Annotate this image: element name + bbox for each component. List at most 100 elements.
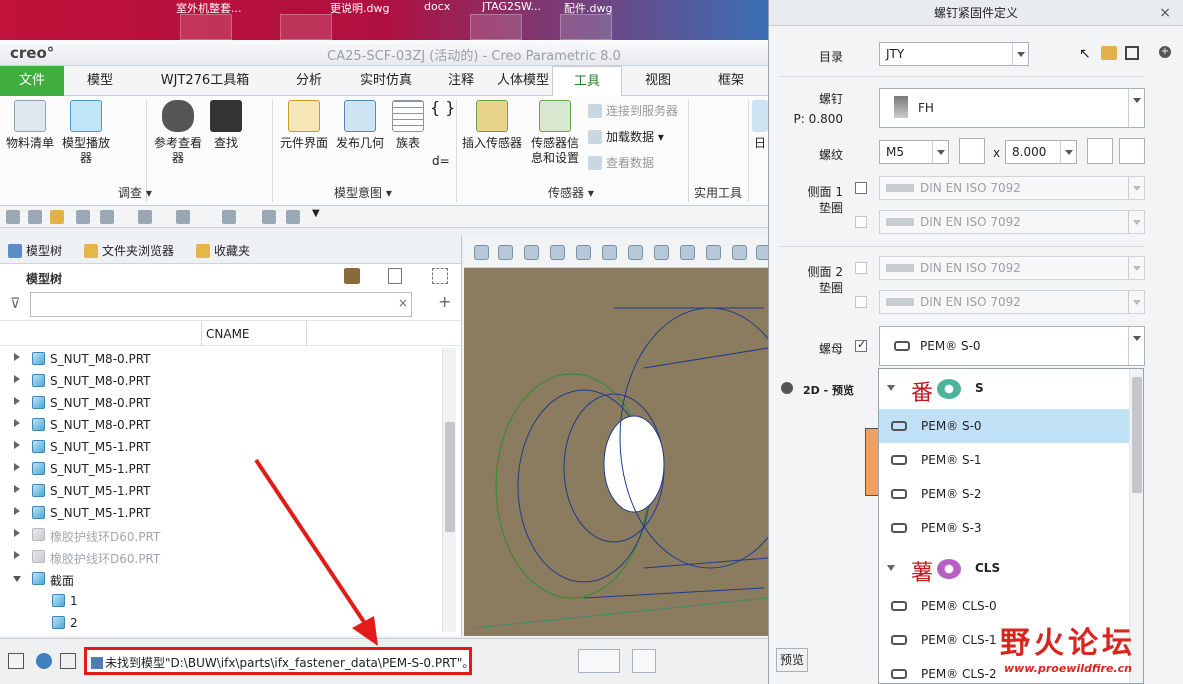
datum-display-icon[interactable]: [706, 245, 721, 260]
group-sensor[interactable]: 传感器 ▾: [548, 184, 594, 201]
group-model-intent[interactable]: 模型意图 ▾: [334, 184, 392, 201]
model-player-button[interactable]: 模型播放器: [58, 100, 114, 166]
saved-orientations-icon[interactable]: [602, 245, 617, 260]
tree-item[interactable]: S_NUT_M8-0.PRT: [0, 370, 440, 392]
nut-list-scroll-thumb[interactable]: [1132, 377, 1142, 493]
show-icon[interactable]: [432, 268, 448, 284]
component-interface-button[interactable]: 元件界面: [276, 100, 332, 151]
browser-icon[interactable]: [36, 653, 52, 669]
tree-scrollbar[interactable]: [442, 348, 456, 632]
tab-folder-browser[interactable]: 文件夹浏览器: [84, 242, 174, 259]
nut-list-item[interactable]: PEM® S-3: [879, 511, 1129, 545]
find-binoculars-button[interactable]: [578, 649, 620, 673]
tab-framework[interactable]: 框架: [694, 66, 768, 96]
clear-icon[interactable]: ×: [398, 296, 408, 310]
cursor-icon[interactable]: ↖: [1079, 46, 1091, 62]
nut-group[interactable]: 薯 CLS: [879, 549, 1129, 589]
add-icon[interactable]: +: [438, 292, 451, 311]
selection-filter-button[interactable]: [632, 649, 656, 673]
nut-group[interactable]: 番S: [879, 369, 1129, 409]
family-table-button[interactable]: 族表: [390, 100, 426, 151]
side1-washer-select[interactable]: DIN EN ISO 7092: [879, 176, 1145, 200]
tree-item[interactable]: S_NUT_M8-0.PRT: [0, 392, 440, 414]
graphics-viewport[interactable]: [464, 236, 771, 636]
tab-wjt276-toolbox[interactable]: WJT276工具箱: [136, 66, 274, 96]
fullscreen-icon[interactable]: [60, 653, 76, 669]
tree-item[interactable]: S_NUT_M8-0.PRT: [0, 414, 440, 436]
save-icon[interactable]: [76, 210, 90, 224]
tab-file[interactable]: 文件: [0, 66, 64, 96]
tree-col-name[interactable]: [0, 321, 202, 346]
collapse-icon[interactable]: [887, 565, 895, 571]
tab-annotate[interactable]: 注释: [428, 66, 494, 96]
expand-icon[interactable]: [14, 397, 20, 405]
expand-icon[interactable]: [14, 375, 20, 383]
tab-view[interactable]: 视图: [622, 66, 694, 96]
insert-sensor-button[interactable]: 插入传感器: [460, 100, 524, 151]
display-style-icon[interactable]: [576, 245, 591, 260]
group-investigate[interactable]: 调查 ▾: [118, 184, 152, 201]
regenerate-icon[interactable]: [176, 210, 190, 224]
taskbar-item[interactable]: 更说明.dwg: [330, 0, 404, 14]
side2-washer2-checkbox[interactable]: [855, 296, 867, 308]
length-measure-icon[interactable]: [1087, 138, 1113, 164]
tree-scroll-thumb[interactable]: [445, 422, 455, 532]
filter-icon[interactable]: ⊽: [10, 296, 20, 312]
new-icon[interactable]: [6, 210, 20, 224]
reference-viewer-button[interactable]: 参考查看器: [150, 100, 206, 166]
side2-washer2-select[interactable]: DIN EN ISO 7092: [879, 290, 1145, 314]
side1-washer-checkbox[interactable]: [855, 182, 867, 194]
load-data-button[interactable]: 加载数据 ▾: [588, 128, 664, 145]
view-manager-icon[interactable]: [628, 245, 643, 260]
taskbar-thumb-icon[interactable]: [470, 14, 522, 40]
tab-favorites[interactable]: 收藏夹: [196, 242, 250, 259]
edit-icon[interactable]: [262, 210, 276, 224]
taskbar-thumb-icon[interactable]: [280, 14, 332, 40]
thread-length-icon[interactable]: [1119, 138, 1145, 164]
tab-model[interactable]: 模型: [64, 66, 136, 96]
spin-center-icon[interactable]: [732, 245, 747, 260]
nut-list-item[interactable]: PEM® S-0: [879, 409, 1129, 443]
close-window-icon[interactable]: [286, 210, 300, 224]
taskbar-item[interactable]: docx: [424, 0, 464, 14]
collapse-icon[interactable]: [887, 385, 895, 391]
tab-human-model[interactable]: 人体模型: [494, 66, 552, 96]
save-all-icon[interactable]: [28, 210, 42, 224]
save-icon[interactable]: [1125, 46, 1139, 60]
brackets-icon[interactable]: { }: [430, 98, 455, 117]
side2-washer-checkbox[interactable]: [855, 262, 867, 274]
catalog-select[interactable]: JTY: [879, 42, 1029, 66]
expand-icon[interactable]: [14, 551, 20, 559]
ribbon-cut-button[interactable]: 日: [752, 100, 768, 151]
open-folder-icon[interactable]: [50, 210, 64, 224]
view-data-button[interactable]: 查看数据: [588, 154, 654, 171]
nut-select[interactable]: PEM® S-0: [879, 326, 1145, 366]
tab-realtime-sim[interactable]: 实时仿真: [344, 66, 428, 96]
chevron-down-icon[interactable]: ▼: [312, 208, 326, 222]
expand-icon[interactable]: [14, 441, 20, 449]
screw-select[interactable]: FH: [879, 88, 1145, 128]
tree-filter-input[interactable]: [30, 292, 412, 317]
redo-icon[interactable]: [138, 210, 152, 224]
connect-server-button[interactable]: 连接到服务器: [588, 102, 678, 119]
tab-analysis[interactable]: 分析: [274, 66, 344, 96]
collapse-icon[interactable]: [13, 576, 21, 582]
side2-washer-select[interactable]: DIN EN ISO 7092: [879, 256, 1145, 280]
tools-icon[interactable]: [344, 268, 360, 284]
tree-item[interactable]: S_NUT_M8-0.PRT: [0, 348, 440, 370]
refit-icon[interactable]: [474, 245, 489, 260]
thread-pitch-icon[interactable]: [959, 138, 985, 164]
window-icon[interactable]: [222, 210, 236, 224]
repaint-icon[interactable]: [550, 245, 565, 260]
nut-checkbox[interactable]: [855, 338, 867, 352]
group-utilities[interactable]: 实用工具: [694, 184, 742, 201]
expand-icon[interactable]: [14, 419, 20, 427]
taskbar-thumb-icon[interactable]: [560, 14, 612, 40]
tab-model-tree[interactable]: 模型树: [8, 242, 62, 259]
relations-button[interactable]: d=: [432, 154, 450, 168]
open-folder-icon[interactable]: [1101, 46, 1117, 60]
expand-icon[interactable]: [14, 463, 20, 471]
expand-icon[interactable]: [14, 353, 20, 361]
column-cname[interactable]: CNAME: [206, 327, 250, 341]
annotation-display-icon[interactable]: [680, 245, 695, 260]
